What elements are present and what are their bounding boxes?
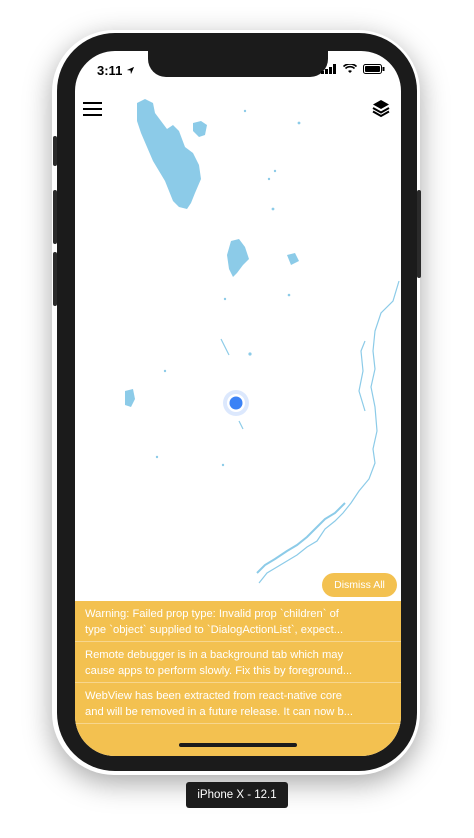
rivers [220, 280, 400, 584]
warning-item[interactable]: Remote debugger is in a background tab w… [75, 642, 401, 683]
wifi-icon [343, 64, 357, 73]
warning-line: Remote debugger is in a background tab w… [85, 649, 344, 661]
great-salt-lake [137, 99, 201, 209]
status-bar-time: 3:11 [97, 63, 135, 78]
warning-item[interactable]: WebView has been extracted from react-na… [75, 683, 401, 724]
green-river [358, 340, 366, 412]
lake-island [193, 121, 207, 137]
mute-switch [53, 136, 57, 166]
creek-1 [220, 338, 230, 356]
warning-line: type `object` supplied to `DialogActionL… [85, 624, 344, 636]
hamburger-menu-icon[interactable] [83, 101, 103, 117]
layers-icon[interactable] [371, 98, 391, 118]
warning-item[interactable]: Warning: Failed prop type: Invalid prop … [75, 601, 401, 642]
warning-line: WebView has been extracted from react-na… [85, 690, 343, 702]
battery-icon [363, 64, 385, 74]
utah-lake [227, 239, 249, 277]
warning-panel: Warning: Failed prop type: Invalid prop … [75, 601, 401, 756]
small-lake [287, 253, 299, 265]
warning-line: and will be removed in a future release.… [85, 706, 354, 718]
creek-2 [238, 420, 244, 430]
warning-line: Warning: Failed prop type: Invalid prop … [85, 608, 339, 620]
colorado-river [258, 280, 400, 584]
screen: 3:11 Dismiss All Warning: Failed prop ty… [75, 51, 401, 756]
device-label: iPhone X - 12.1 [186, 782, 288, 808]
reservoir [125, 389, 135, 407]
lakes [125, 99, 299, 407]
dismiss-all-button[interactable]: Dismiss All [322, 573, 397, 597]
location-arrow-icon [126, 66, 135, 75]
home-indicator[interactable] [179, 743, 297, 747]
status-icons [321, 64, 385, 74]
warning-line: cause apps to perform slowly. Fix this b… [85, 665, 353, 677]
lake-powell [256, 502, 346, 574]
signal-icon [321, 64, 336, 74]
power-button [417, 190, 421, 278]
volume-up-button [53, 190, 57, 244]
notch [148, 51, 328, 77]
volume-down-button [53, 252, 57, 306]
current-location-dot [229, 396, 243, 410]
